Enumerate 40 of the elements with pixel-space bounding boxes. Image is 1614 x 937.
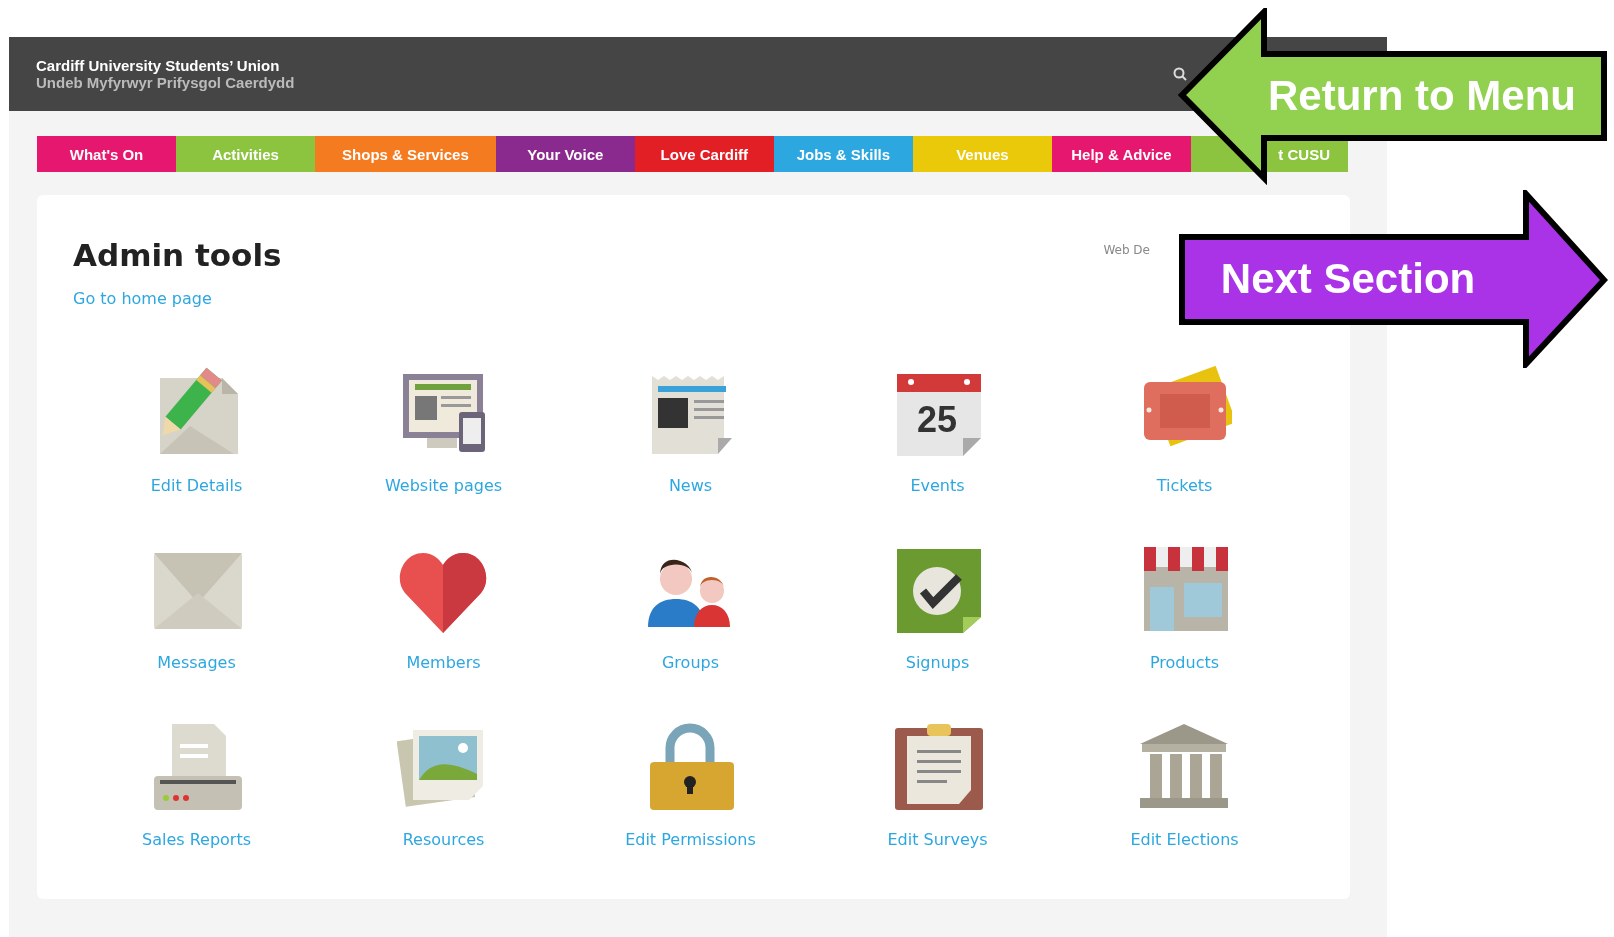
- corner-text: Web De: [1103, 243, 1150, 257]
- tool-link[interactable]: Resources: [402, 830, 485, 849]
- tool-link[interactable]: Tickets: [1156, 476, 1213, 495]
- site-subtitle: Undeb Myfyrwyr Prifysgol Caerdydd: [36, 74, 295, 91]
- printer-icon[interactable]: [153, 724, 242, 810]
- tool-link[interactable]: Groups: [661, 653, 719, 672]
- tool-link[interactable]: Website pages: [384, 476, 503, 495]
- site-title: Cardiff University Students’ Union: [36, 57, 281, 74]
- clipboard-icon[interactable]: [894, 724, 983, 810]
- callout-label: Next Section: [1219, 254, 1477, 304]
- tool-link[interactable]: Members: [406, 653, 481, 672]
- tool-link[interactable]: Edit Surveys: [887, 830, 988, 849]
- tool-link[interactable]: Sales Reports: [141, 830, 251, 849]
- date-number: 25: [916, 399, 957, 440]
- page-title: Admin tools: [73, 237, 282, 273]
- people-icon[interactable]: [647, 559, 730, 627]
- tool-link[interactable]: Signups: [905, 653, 970, 672]
- shop-icon[interactable]: [1143, 547, 1228, 631]
- pencil-icon[interactable]: [159, 367, 238, 454]
- nav-tab[interactable]: Activities: [176, 136, 316, 172]
- screens-icon[interactable]: [402, 374, 485, 452]
- padlock-icon[interactable]: [649, 723, 734, 810]
- building-icon[interactable]: [1139, 724, 1228, 808]
- tool-link[interactable]: Edit Permissions: [625, 830, 756, 849]
- tool-link[interactable]: News: [668, 476, 713, 495]
- check-icon[interactable]: [896, 549, 981, 633]
- tool-link[interactable]: Edit Elections: [1130, 830, 1239, 849]
- tickets-icon[interactable]: [1143, 366, 1232, 447]
- newspaper-icon[interactable]: [651, 376, 732, 454]
- home-link[interactable]: Go to home page: [73, 289, 212, 308]
- tool-link[interactable]: Edit Details: [150, 476, 243, 495]
- callout-label: Return to Menu: [1267, 71, 1577, 121]
- tool-link[interactable]: Messages: [157, 653, 236, 672]
- tool-link[interactable]: Events: [910, 476, 965, 495]
- calendar-icon[interactable]: [896, 374, 981, 456]
- nav-tab[interactable]: What's On: [37, 136, 177, 172]
- search-icon[interactable]: [1173, 67, 1187, 81]
- photos-icon[interactable]: [396, 730, 483, 807]
- heart-icon[interactable]: [399, 553, 486, 633]
- tool-link[interactable]: Products: [1149, 653, 1220, 672]
